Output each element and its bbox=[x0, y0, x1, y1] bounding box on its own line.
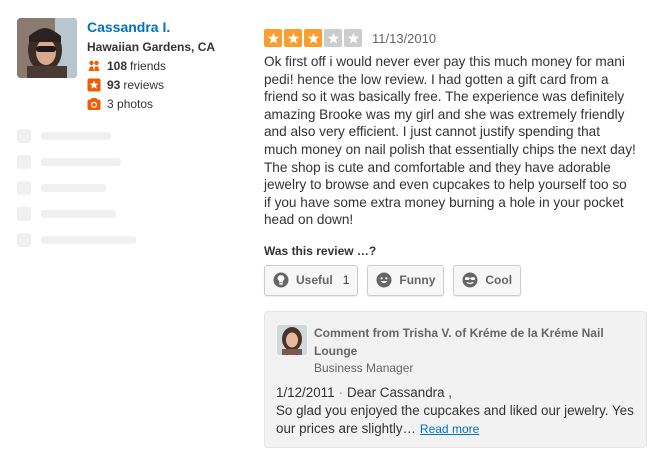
comment-date: 1/12/2011 bbox=[276, 385, 335, 400]
cool-button[interactable]: Cool bbox=[453, 264, 522, 296]
reviewer-location: Hawaiian Gardens, CA bbox=[87, 40, 216, 54]
vote-buttons: Useful 1 Funny Cool bbox=[264, 264, 649, 296]
faded-action bbox=[17, 227, 237, 253]
funny-label: Funny bbox=[399, 273, 436, 288]
star-filled-icon bbox=[304, 29, 322, 47]
vote-question: Was this review …? bbox=[264, 243, 377, 258]
reviews-count: 93 bbox=[107, 77, 121, 92]
business-owner-avatar[interactable] bbox=[277, 325, 307, 355]
star-badge-icon bbox=[87, 78, 101, 91]
useful-label: Useful bbox=[296, 273, 333, 288]
review-text: Ok first off i would never ever pay this… bbox=[264, 54, 636, 228]
friends-stat: 108 friends bbox=[87, 56, 247, 75]
star-filled-icon bbox=[264, 29, 282, 47]
friends-label: friends bbox=[130, 58, 167, 73]
reviewer-info: Cassandra I. Hawaiian Gardens, CA 108 fr… bbox=[87, 18, 247, 113]
lightbulb-icon bbox=[273, 272, 289, 288]
star-empty-icon bbox=[324, 29, 342, 47]
useful-count: 1 bbox=[342, 273, 350, 288]
review-date: 11/13/2010 bbox=[372, 30, 437, 46]
comment-body: 1/12/2011 · Dear Cassandra , So glad you en… bbox=[276, 384, 641, 438]
reviews-label: reviews bbox=[123, 77, 165, 92]
rating-row: 11/13/2010 bbox=[264, 28, 649, 48]
useful-button[interactable]: Useful 1 bbox=[264, 264, 359, 296]
camera-icon bbox=[87, 97, 101, 110]
faded-action bbox=[17, 149, 237, 175]
friends-count: 108 bbox=[107, 58, 128, 73]
funny-button[interactable]: Funny bbox=[367, 264, 445, 296]
comment-role: Business Manager bbox=[314, 361, 414, 375]
reviewer-actions-faded bbox=[17, 123, 237, 253]
photos-label: photos bbox=[117, 96, 154, 111]
photos-stat: 3 photos bbox=[87, 94, 247, 113]
comment-heading: Comment from Trisha V. of Kréme de la Kr… bbox=[314, 326, 604, 358]
reviewer-name[interactable]: Cassandra I. bbox=[87, 18, 247, 36]
faded-action bbox=[17, 201, 237, 227]
star-empty-icon bbox=[344, 29, 362, 47]
star-filled-icon bbox=[284, 29, 302, 47]
business-comment: Comment from Trisha V. of Kréme de la Kr… bbox=[264, 311, 647, 448]
photos-count: 3 bbox=[107, 96, 114, 111]
faded-action bbox=[17, 123, 237, 149]
comment-separator: · bbox=[338, 385, 344, 400]
star-rating bbox=[264, 29, 364, 47]
reviews-stat: 93 reviews bbox=[87, 75, 247, 94]
cool-label: Cool bbox=[485, 273, 513, 288]
friends-icon bbox=[88, 60, 100, 71]
sunglasses-icon bbox=[462, 272, 478, 288]
review-content: 11/13/2010 Ok first off i would never ev… bbox=[264, 28, 649, 296]
read-more-link[interactable]: Read more bbox=[420, 422, 479, 436]
smiley-icon bbox=[376, 272, 392, 288]
reviewer-avatar[interactable] bbox=[17, 18, 77, 78]
faded-action bbox=[17, 175, 237, 201]
